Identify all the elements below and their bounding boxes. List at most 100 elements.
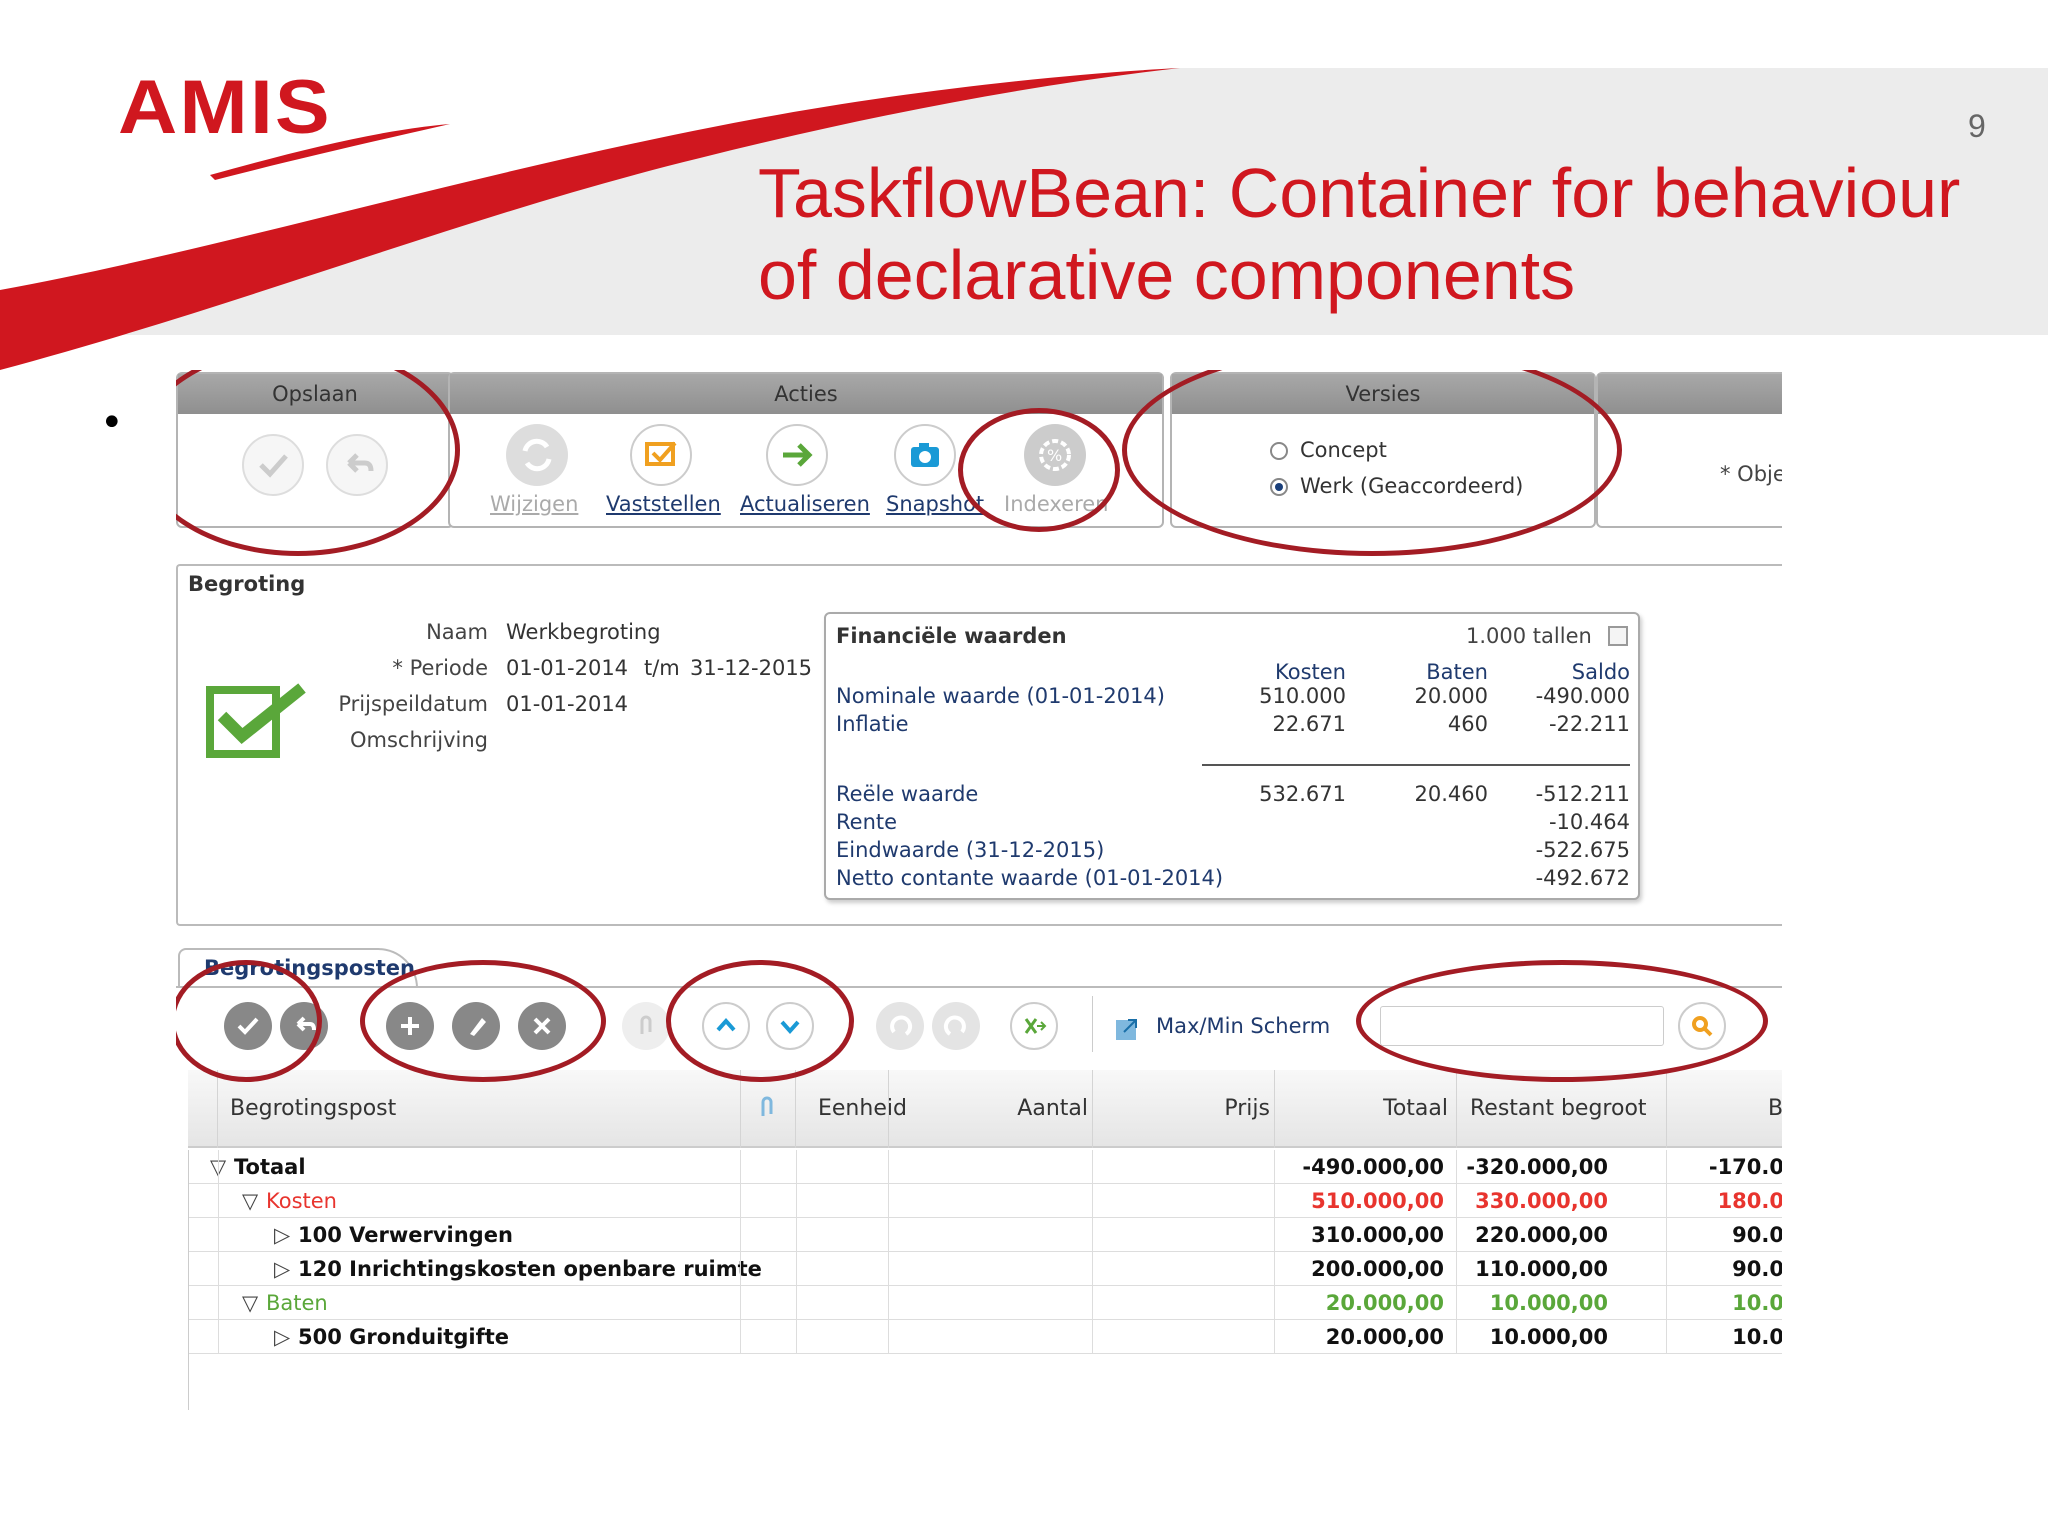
sum-divider <box>1202 764 1630 766</box>
table-row[interactable]: ▽ Kosten 510.000,00 330.000,00 180.0 <box>188 1184 1782 1218</box>
col-sep <box>888 1070 889 1148</box>
tab-begrotingsposten[interactable]: Begrotingsposten <box>178 948 418 988</box>
snapshot-button[interactable] <box>894 424 956 486</box>
export-excel-button[interactable] <box>1010 1002 1058 1050</box>
col-b[interactable]: B <box>1768 1096 1782 1121</box>
restant-cell: 110.000,00 <box>1475 1257 1608 1281</box>
werk-radio[interactable] <box>1270 478 1288 496</box>
col-aantal[interactable]: Aantal <box>1008 1096 1088 1121</box>
extra-header <box>1598 374 1782 414</box>
post-undo-button[interactable] <box>280 1002 328 1050</box>
actualiseren-label[interactable]: Actualiseren <box>740 492 870 516</box>
cell-divider <box>218 1184 219 1218</box>
col-sep <box>1274 1070 1275 1148</box>
col-sep <box>1666 1070 1667 1148</box>
versie-concept-option[interactable]: Concept <box>1270 438 1387 462</box>
naam-label: Naam <box>426 620 488 644</box>
tree-toggle[interactable]: ▽ <box>242 1286 258 1320</box>
application-screenshot: Opslaan Acties Wijzigen Vaststellen Actu… <box>176 370 1782 1410</box>
cell-divider <box>1274 1218 1275 1252</box>
cell-divider <box>218 1218 219 1252</box>
fin-row-label: Nominale waarde (01-01-2014) <box>836 684 1165 708</box>
table-row[interactable]: ▷ 120 Inrichtingskosten openbare ruimte 20… <box>188 1252 1782 1286</box>
save-button[interactable] <box>242 434 304 496</box>
wijzigen-label[interactable]: Wijzigen <box>490 492 578 516</box>
delete-post-button[interactable] <box>518 1002 566 1050</box>
periode-from: 01-01-2014 <box>506 656 629 680</box>
werk-label: Werk (Geaccordeerd) <box>1300 474 1524 498</box>
excel-export-icon <box>1024 1018 1047 1034</box>
search-input[interactable] <box>1380 1006 1664 1046</box>
actualiseren-button[interactable] <box>766 424 828 486</box>
edit-post-button[interactable] <box>452 1002 500 1050</box>
concept-radio[interactable] <box>1270 442 1288 460</box>
table-row[interactable]: ▽ Baten 20.000,00 10.000,00 10.0 <box>188 1286 1782 1320</box>
fin-saldo-value: -22.211 <box>1548 712 1630 736</box>
fin-saldo-value: -512.211 <box>1535 782 1630 806</box>
table-row[interactable]: ▽Totaal-490.000,00-320.000,00-170.0 <box>188 1150 1782 1184</box>
cell-divider <box>740 1320 741 1354</box>
undo-button[interactable] <box>326 434 388 496</box>
fin-row-label: Reële waarde <box>836 782 979 806</box>
restant-cell: 220.000,00 <box>1475 1223 1608 1247</box>
col-eenheid[interactable]: Eenheid <box>818 1096 907 1121</box>
move-down-button[interactable] <box>766 1002 814 1050</box>
indexeren-button[interactable]: % <box>1024 424 1086 486</box>
undo-icon <box>347 453 374 473</box>
plus-icon <box>401 1017 419 1035</box>
col-begrotingspost[interactable]: Begrotingspost <box>230 1096 396 1121</box>
chevron-down-icon <box>780 1020 800 1035</box>
wijzigen-button[interactable] <box>506 424 568 486</box>
b-cell: -170.0 <box>1708 1155 1782 1179</box>
tallen-label: 1.000 tallen <box>1466 624 1592 648</box>
col-prijs[interactable]: Prijs <box>1190 1096 1270 1121</box>
snapshot-label[interactable]: Snapshot <box>886 492 984 516</box>
fin-kosten-value: 22.671 <box>1272 712 1346 736</box>
fin-row-label: Eindwaarde (31-12-2015) <box>836 838 1105 862</box>
maxmin-scherm-button[interactable]: Max/Min Scherm <box>1156 1014 1330 1038</box>
col-attachment[interactable] <box>740 1070 796 1148</box>
undo-row-button[interactable] <box>876 1002 924 1050</box>
attach-button[interactable] <box>622 1002 670 1050</box>
prijspeil-label: Prijspeildatum <box>338 692 488 716</box>
paperclip-icon <box>761 1096 773 1116</box>
refresh-icon <box>522 438 552 472</box>
add-post-button[interactable] <box>386 1002 434 1050</box>
slide: AMIS 9 TaskflowBean: Container for behav… <box>0 0 2048 1536</box>
concept-label: Concept <box>1300 438 1387 462</box>
tree-toggle[interactable]: ▽ <box>242 1184 258 1218</box>
tree-toggle[interactable]: ▷ <box>274 1252 290 1286</box>
arrow-right-icon <box>783 443 813 467</box>
vaststellen-label[interactable]: Vaststellen <box>606 492 721 516</box>
begroting-section: Begroting Naam Werkbegroting * Periode 0… <box>176 564 1782 926</box>
post-save-button[interactable] <box>224 1002 272 1050</box>
tree-toggle[interactable]: ▷ <box>274 1320 290 1354</box>
cell-divider <box>1666 1150 1667 1184</box>
col-baten: Baten <box>1426 660 1488 684</box>
fin-row-label: Inflatie <box>836 712 909 736</box>
col-sep <box>1456 1070 1457 1148</box>
col-totaal[interactable]: Totaal <box>1358 1096 1448 1121</box>
table-row[interactable]: ▷ 500 Gronduitgifte 20.000,00 10.000,00 10.0 <box>188 1320 1782 1354</box>
cell-divider <box>796 1320 797 1354</box>
search-button[interactable] <box>1678 1002 1726 1050</box>
fin-baten-value: 460 <box>1447 712 1488 736</box>
grid-left-border <box>188 1150 189 1410</box>
table-row[interactable]: ▷ 100 Verwervingen 310.000,00 220.000,00 90.… <box>188 1218 1782 1252</box>
versie-werk-option[interactable]: Werk (Geaccordeerd) <box>1270 474 1523 498</box>
tree-toggle[interactable]: ▷ <box>274 1218 290 1252</box>
periode-to: 31-12-2015 <box>690 656 813 680</box>
pencil-icon <box>470 1018 486 1036</box>
redo-row-button[interactable] <box>932 1002 980 1050</box>
restant-cell: 10.000,00 <box>1489 1291 1608 1315</box>
col-restant[interactable]: Restant begroot <box>1470 1096 1647 1121</box>
move-up-button[interactable] <box>702 1002 750 1050</box>
vaststellen-button[interactable] <box>630 424 692 486</box>
fin-saldo-value: -10.464 <box>1548 810 1630 834</box>
tallen-checkbox[interactable] <box>1608 626 1628 646</box>
indexeren-label[interactable]: Indexeren <box>1004 492 1109 516</box>
page-number: 9 <box>1968 108 1986 144</box>
cell-divider <box>740 1150 741 1184</box>
cell-divider <box>1456 1150 1457 1184</box>
cell-divider <box>218 1320 219 1354</box>
